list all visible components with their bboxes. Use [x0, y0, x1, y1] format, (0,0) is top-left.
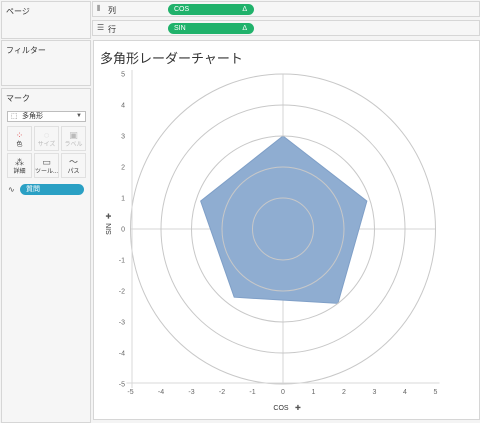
- rows-shelf-label: 行: [108, 25, 116, 34]
- path-line-icon: ∿: [8, 185, 15, 194]
- pages-card-title: ページ: [6, 7, 30, 16]
- columns-icon: ⦀: [97, 4, 101, 13]
- filters-card[interactable]: フィルター: [1, 40, 91, 86]
- detail-button[interactable]: ⁂ 詳細: [7, 153, 32, 178]
- label-button-label: ラベル: [64, 142, 83, 148]
- mark-type-label: 多角形: [22, 113, 43, 120]
- pages-card[interactable]: ページ: [1, 1, 91, 39]
- x-tick-label: 5: [434, 389, 438, 396]
- size-button-label: サイズ: [37, 142, 56, 148]
- columns-shelf[interactable]: ⦀ 列 COS Δ: [92, 1, 480, 17]
- filters-card-title: フィルター: [6, 46, 46, 55]
- y-tick-label: -5: [119, 382, 125, 389]
- pin-icon: ✚: [295, 404, 301, 412]
- x-tick-label: -1: [249, 389, 255, 396]
- y-tick-label: -4: [119, 351, 125, 358]
- y-tick-label: 2: [121, 165, 125, 172]
- radar-chart[interactable]: -5 -4 -3 -2 -1 0 1 2 3 4 5 -5 -4 -3 -2 -1 0 1 2 3 4 5 COS ✚ SIN ✚: [94, 41, 480, 421]
- table-calc-delta-icon: Δ: [242, 6, 247, 13]
- x-tick-label: -3: [188, 389, 194, 396]
- x-axis-title: COS: [273, 405, 289, 412]
- x-tick-label: 4: [403, 389, 407, 396]
- y-tick-label: 5: [121, 72, 125, 79]
- y-tick-label: 1: [121, 196, 125, 203]
- radar-polygon: [200, 135, 368, 304]
- columns-shelf-label: 列: [108, 6, 116, 15]
- x-tick-label: -5: [127, 389, 133, 396]
- y-axis-title: SIN: [106, 223, 113, 235]
- x-tick-label: 2: [342, 389, 346, 396]
- tooltip-button-label: ツール...: [35, 169, 59, 175]
- color-button-label: 色: [16, 142, 23, 148]
- y-tick-label: -3: [119, 320, 125, 327]
- y-tick-label: 4: [121, 103, 125, 110]
- cos-field-label: COS: [174, 6, 190, 13]
- detail-button-label: 詳細: [13, 169, 26, 175]
- path-button-label: パス: [67, 169, 80, 175]
- x-tick-label: -4: [158, 389, 164, 396]
- x-tick-label: -2: [219, 389, 225, 396]
- chevron-down-icon: ▼: [76, 113, 82, 119]
- tooltip-button[interactable]: ▭ ツール...: [34, 153, 59, 178]
- path-button[interactable]: 〜 パス: [61, 153, 86, 178]
- y-tick-label: -1: [119, 258, 125, 265]
- sin-field-label: SIN: [174, 25, 186, 32]
- x-tick-label: 0: [281, 389, 285, 396]
- pin-icon: ✚: [105, 213, 113, 219]
- marks-card-title: マーク: [6, 94, 30, 103]
- rows-shelf[interactable]: ☰ 行 SIN Δ: [92, 20, 480, 36]
- y-tick-label: -2: [119, 289, 125, 296]
- y-tick-label: 3: [121, 134, 125, 141]
- color-button[interactable]: ⁘ 色: [7, 126, 32, 151]
- table-calc-delta-icon: Δ: [242, 25, 247, 32]
- cos-field-pill[interactable]: COS Δ: [168, 4, 254, 15]
- question-field-pill[interactable]: 質問: [20, 184, 84, 195]
- mark-type-dropdown[interactable]: ⬚ 多角形 ▼: [7, 111, 86, 122]
- rows-icon: ☰: [97, 23, 105, 32]
- x-tick-label: 1: [312, 389, 316, 396]
- size-button[interactable]: ◌ サイズ: [34, 126, 59, 151]
- worksheet-view[interactable]: 多角形レーダーチャート -5 -4 -3 -2 -1 0 1 2 3 4 5 -5 -4 -3 -2 -1 0 1…: [93, 40, 480, 420]
- sin-field-pill[interactable]: SIN Δ: [168, 23, 254, 34]
- question-field-label: 質問: [26, 186, 40, 193]
- polygon-mark-icon: ⬚: [11, 113, 18, 120]
- y-tick-label: 0: [121, 227, 125, 234]
- x-tick-label: 3: [373, 389, 377, 396]
- label-button[interactable]: ▣ ラベル: [61, 126, 86, 151]
- marks-card: マーク ⬚ 多角形 ▼ ⁘ 色 ◌ サイズ ▣ ラベル ⁂ 詳細 ▭ ツール..…: [1, 88, 91, 423]
